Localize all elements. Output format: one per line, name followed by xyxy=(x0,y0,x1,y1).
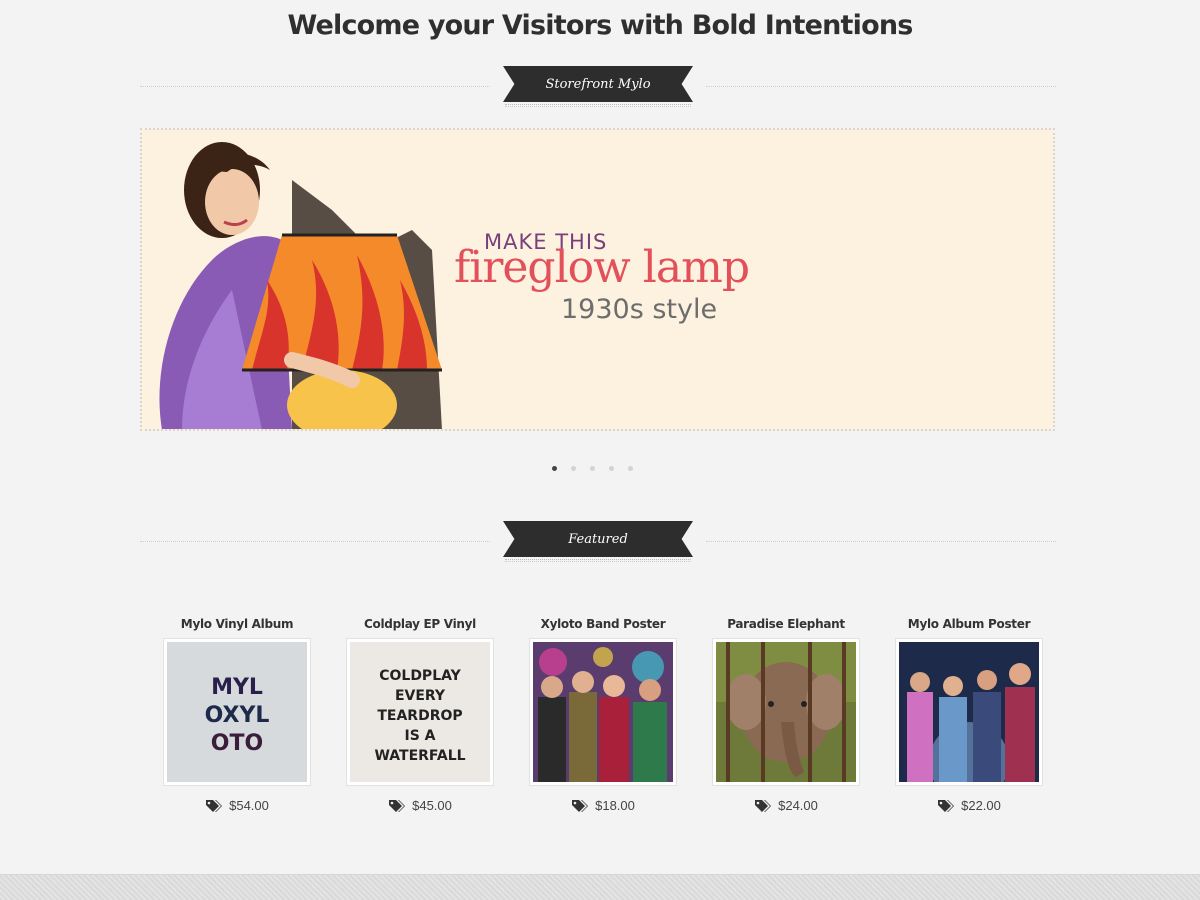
slider-dot-5[interactable] xyxy=(628,466,633,471)
page-title: Welcome your Visitors with Bold Intentio… xyxy=(287,10,913,41)
product-price-value: $54.00 xyxy=(229,798,269,813)
ribbon-shadow xyxy=(505,559,691,562)
product-price: $22.00 xyxy=(895,798,1043,813)
product-image[interactable] xyxy=(895,638,1043,786)
featured-ribbon: Featured xyxy=(503,521,693,557)
product-price-value: $24.00 xyxy=(778,798,818,813)
divider-left xyxy=(140,86,490,87)
cover-text-line-1: MYL xyxy=(211,675,263,700)
divider-left xyxy=(140,541,490,542)
slider-pagination xyxy=(552,466,652,476)
featured-ribbon-label: Featured xyxy=(568,531,628,547)
slide-headline-big: fireglow lamp xyxy=(454,242,750,293)
album-poster-photo xyxy=(899,642,1039,782)
slider-dot-4[interactable] xyxy=(609,466,614,471)
slide-headline: MAKE THIS fireglow lamp 1930s style xyxy=(454,210,774,340)
price-tag-icon xyxy=(572,799,589,812)
product-price-value: $22.00 xyxy=(961,798,1001,813)
cover-text-line-4: IS A xyxy=(404,728,435,744)
divider-right xyxy=(706,86,1056,87)
slider-dot-1[interactable] xyxy=(552,466,557,471)
ribbon-shadow xyxy=(505,104,691,107)
slider-dot-2[interactable] xyxy=(571,466,576,471)
product-price-value: $45.00 xyxy=(412,798,452,813)
product-card[interactable]: Xyloto Band Poster $18.00 xyxy=(529,616,677,813)
product-name[interactable]: Mylo Vinyl Album xyxy=(163,616,311,638)
cover-text-line-2: EVERY xyxy=(395,688,446,704)
price-tag-icon xyxy=(938,799,955,812)
product-card[interactable]: Paradise Elephant $24.00 xyxy=(712,616,860,813)
cover-text-line-5: WATERFALL xyxy=(374,748,465,764)
coldplay-ep-cover: COLDPLAY EVERY TEARDROP IS A WATERFALL xyxy=(350,642,490,782)
mylo-album-cover: MYL OXYL OTO xyxy=(167,642,307,782)
band-photo xyxy=(533,642,673,782)
price-tag-icon xyxy=(206,799,223,812)
product-image[interactable] xyxy=(529,638,677,786)
product-price-value: $18.00 xyxy=(595,798,635,813)
cover-text-line-1: COLDPLAY xyxy=(379,668,461,684)
store-ribbon: Storefront Mylo xyxy=(503,66,693,102)
product-name[interactable]: Mylo Album Poster xyxy=(895,616,1043,638)
price-tag-icon xyxy=(389,799,406,812)
cover-text-line-2: OXYL xyxy=(205,703,270,728)
product-price: $54.00 xyxy=(163,798,311,813)
footer-band xyxy=(0,874,1200,900)
product-price: $18.00 xyxy=(529,798,677,813)
featured-ribbon-row: Featured xyxy=(140,521,1056,562)
store-ribbon-row: Storefront Mylo xyxy=(140,66,1056,107)
cover-text-line-3: OTO xyxy=(211,731,263,756)
product-price: $24.00 xyxy=(712,798,860,813)
product-price: $45.00 xyxy=(346,798,494,813)
lamp-woman-illustration xyxy=(142,130,472,429)
product-name[interactable]: Paradise Elephant xyxy=(712,616,860,638)
product-card[interactable]: Coldplay EP Vinyl COLDPLAY EVERY TEARDRO… xyxy=(346,616,494,813)
store-ribbon-label: Storefront Mylo xyxy=(545,76,651,92)
product-name[interactable]: Coldplay EP Vinyl xyxy=(346,616,494,638)
product-image[interactable] xyxy=(712,638,860,786)
product-card[interactable]: Mylo Album Poster $22.00 xyxy=(895,616,1043,813)
elephant-photo xyxy=(716,642,856,782)
product-name[interactable]: Xyloto Band Poster xyxy=(529,616,677,638)
product-image[interactable]: MYL OXYL OTO xyxy=(163,638,311,786)
featured-products: Mylo Vinyl Album MYL OXYL OTO $54.00 Col… xyxy=(163,616,1043,826)
slide-headline-sub: 1930s style xyxy=(561,294,718,325)
product-card[interactable]: Mylo Vinyl Album MYL OXYL OTO $54.00 xyxy=(163,616,311,813)
divider-right xyxy=(706,541,1056,542)
hero-slider[interactable]: MAKE THIS fireglow lamp 1930s style xyxy=(140,128,1055,431)
slider-dot-3[interactable] xyxy=(590,466,595,471)
product-image[interactable]: COLDPLAY EVERY TEARDROP IS A WATERFALL xyxy=(346,638,494,786)
cover-text-line-3: TEARDROP xyxy=(377,708,462,724)
price-tag-icon xyxy=(755,799,772,812)
